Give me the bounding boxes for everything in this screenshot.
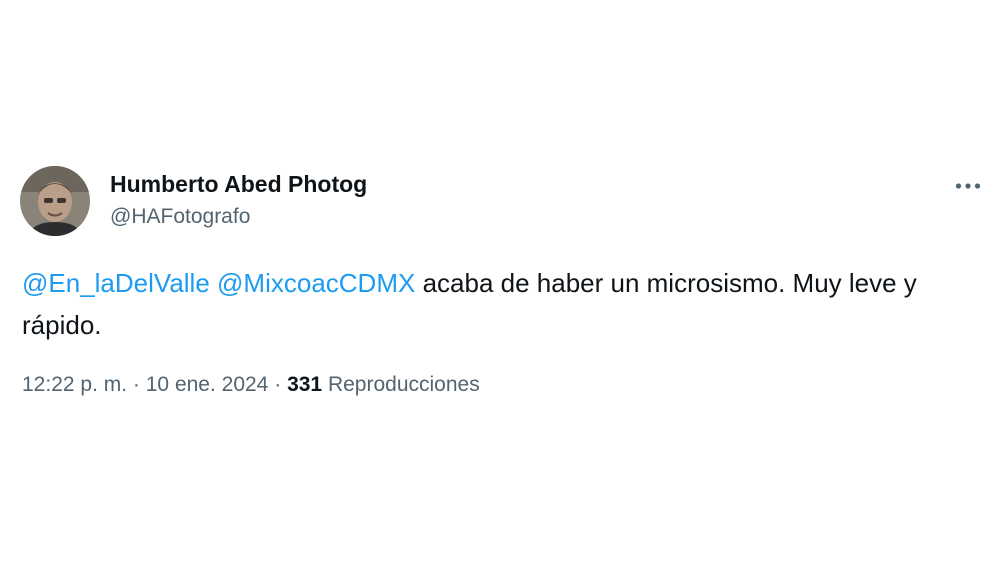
more-horizontal-icon [955,183,981,189]
avatar-photo [20,166,90,236]
tweet-text: @En_laDelValle @MixcoacCDMX acaba de hab… [22,262,962,346]
author-handle[interactable]: @HAFotografo [110,203,250,231]
meta-separator: · [132,373,140,396]
more-options-button[interactable] [948,172,988,200]
tweet-meta: 12:22 p. m. · 10 ene. 2024 · 331 Reprodu… [22,370,480,400]
views-label: Reproducciones [327,373,480,396]
views-count: 331 [287,373,323,396]
tweet-card: Humberto Abed Photog @HAFotografo @En_la… [0,0,1004,565]
meta-separator: · [274,373,282,396]
mention-link[interactable]: @En_laDelValle [22,268,210,298]
author-display-name[interactable]: Humberto Abed Photog [110,170,367,198]
tweet-date[interactable]: 10 ene. 2024 [146,373,269,396]
avatar[interactable] [20,166,90,236]
mention-link[interactable]: @MixcoacCDMX [217,268,415,298]
tweet-time[interactable]: 12:22 p. m. [22,373,127,396]
